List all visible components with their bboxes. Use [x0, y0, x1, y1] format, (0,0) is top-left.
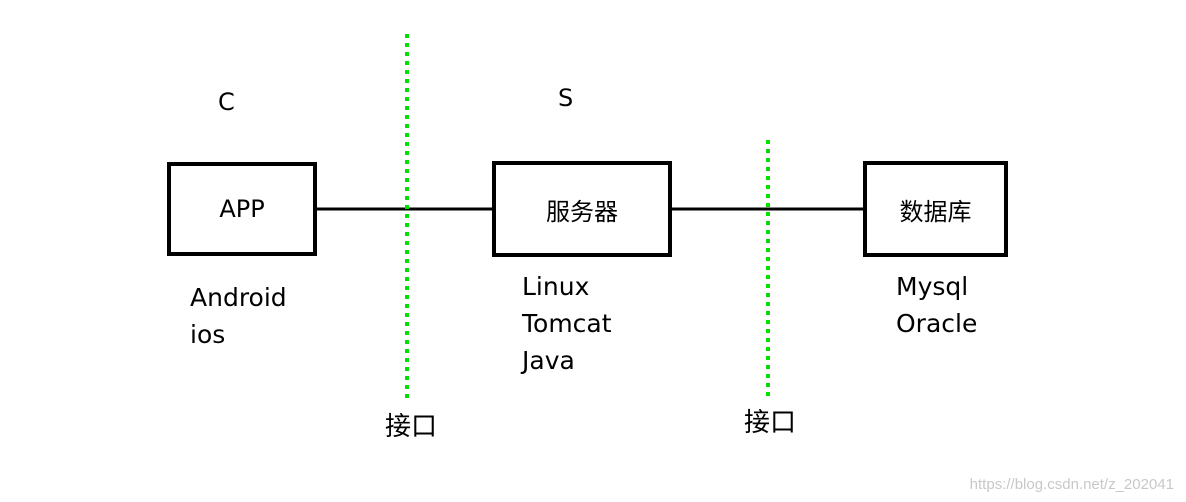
database-stack-list: Mysql Oracle	[896, 268, 977, 342]
server-box: 服务器	[492, 161, 672, 257]
server-box-label: 服务器	[546, 197, 618, 226]
client-platform-item: ios	[190, 320, 226, 349]
watermark-url: https://blog.csdn.net/z_202041	[969, 476, 1174, 493]
interface-label-left: 接口	[385, 412, 438, 442]
database-box: 数据库	[863, 161, 1008, 257]
server-stack-item: Tomcat	[522, 309, 612, 338]
server-stack-item: Linux	[522, 272, 590, 301]
architecture-diagram: C S APP 服务器 数据库 Android ios Linux Tomcat…	[0, 0, 1186, 502]
server-stack-item: Java	[522, 346, 575, 375]
database-stack-item: Mysql	[896, 272, 969, 301]
server-stack-list: Linux Tomcat Java	[522, 268, 612, 379]
app-box: APP	[167, 162, 317, 256]
client-platform-item: Android	[190, 283, 287, 312]
client-platform-list: Android ios	[190, 279, 287, 353]
client-column-label: C	[218, 88, 235, 116]
database-stack-item: Oracle	[896, 309, 978, 338]
server-column-label: S	[558, 84, 574, 112]
interface-label-right: 接口	[744, 408, 797, 438]
app-box-label: APP	[219, 195, 265, 223]
database-box-label: 数据库	[899, 197, 972, 226]
